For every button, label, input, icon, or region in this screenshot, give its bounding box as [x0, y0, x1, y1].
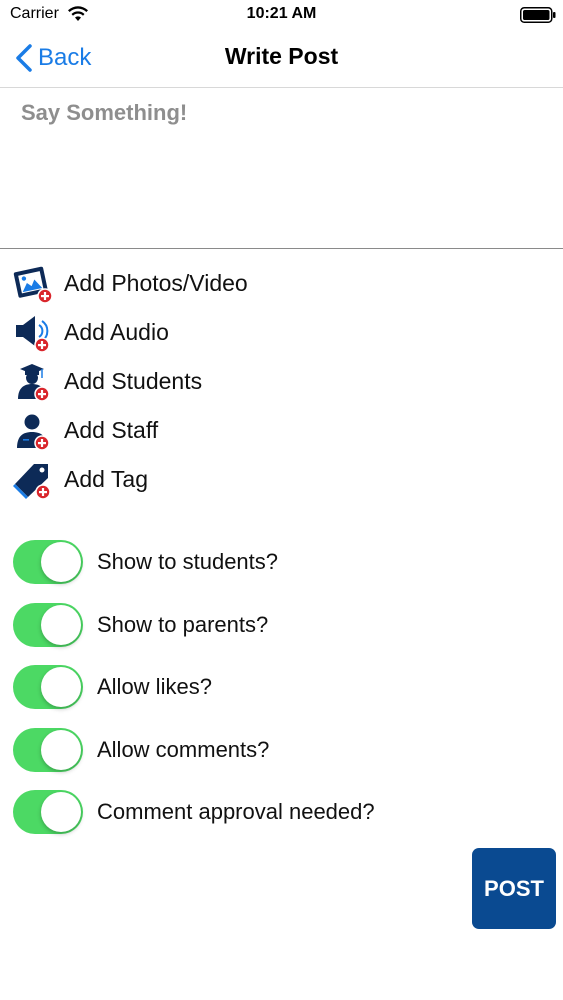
add-audio-icon	[12, 312, 54, 354]
attachment-options: Add Photos/Video Add Audio Add Students …	[12, 259, 412, 504]
toggle-row-allow-likes: Allow likes?	[13, 656, 533, 719]
status-time: 10:21 AM	[246, 5, 317, 22]
add-students-option[interactable]: Add Students	[12, 357, 412, 406]
switch-knob	[41, 667, 81, 708]
add-students-label: Add Students	[64, 368, 203, 394]
visibility-settings: Show to students? Show to parents? Allow…	[13, 531, 533, 844]
show-to-parents-label: Show to parents?	[97, 611, 269, 637]
switch-knob	[41, 604, 81, 645]
navigation-bar: Back Write Post	[0, 30, 563, 88]
add-staff-label: Add Staff	[64, 417, 159, 443]
toggle-row-comment-approval: Comment approval needed?	[13, 781, 533, 844]
allow-likes-label: Allow likes?	[97, 674, 212, 700]
comment-approval-switch[interactable]	[13, 790, 83, 835]
add-photo-video-icon	[12, 263, 54, 305]
show-to-students-switch[interactable]	[13, 540, 83, 585]
add-students-icon	[12, 361, 54, 403]
add-staff-option[interactable]: Add Staff	[12, 406, 412, 455]
switch-knob	[41, 542, 81, 583]
allow-comments-label: Allow comments?	[97, 736, 270, 762]
toggle-row-allow-comments: Allow comments?	[13, 719, 533, 782]
status-bar: Carrier 10:21 AM	[0, 0, 563, 30]
allow-comments-switch[interactable]	[13, 727, 83, 772]
show-to-students-label: Show to students?	[97, 549, 279, 575]
switch-knob	[41, 792, 81, 833]
battery-icon	[520, 7, 556, 23]
show-to-parents-switch[interactable]	[13, 602, 83, 647]
comment-approval-label: Comment approval needed?	[97, 799, 375, 825]
toggle-row-show-to-students: Show to students?	[13, 531, 533, 594]
add-tag-icon	[12, 459, 54, 501]
add-photos-video-label: Add Photos/Video	[64, 270, 248, 296]
add-audio-option[interactable]: Add Audio	[12, 308, 412, 357]
toggle-row-show-to-parents: Show to parents?	[13, 594, 533, 657]
add-photos-video-option[interactable]: Add Photos/Video	[12, 259, 412, 308]
switch-knob	[41, 729, 81, 770]
post-text-input[interactable]	[0, 88, 563, 249]
allow-likes-switch[interactable]	[13, 665, 83, 710]
add-staff-icon	[12, 410, 54, 452]
add-audio-label: Add Audio	[64, 319, 169, 345]
add-tag-option[interactable]: Add Tag	[12, 455, 412, 504]
add-tag-label: Add Tag	[64, 466, 148, 492]
post-button[interactable]: POST	[472, 848, 556, 929]
page-title: Write Post	[224, 43, 339, 69]
